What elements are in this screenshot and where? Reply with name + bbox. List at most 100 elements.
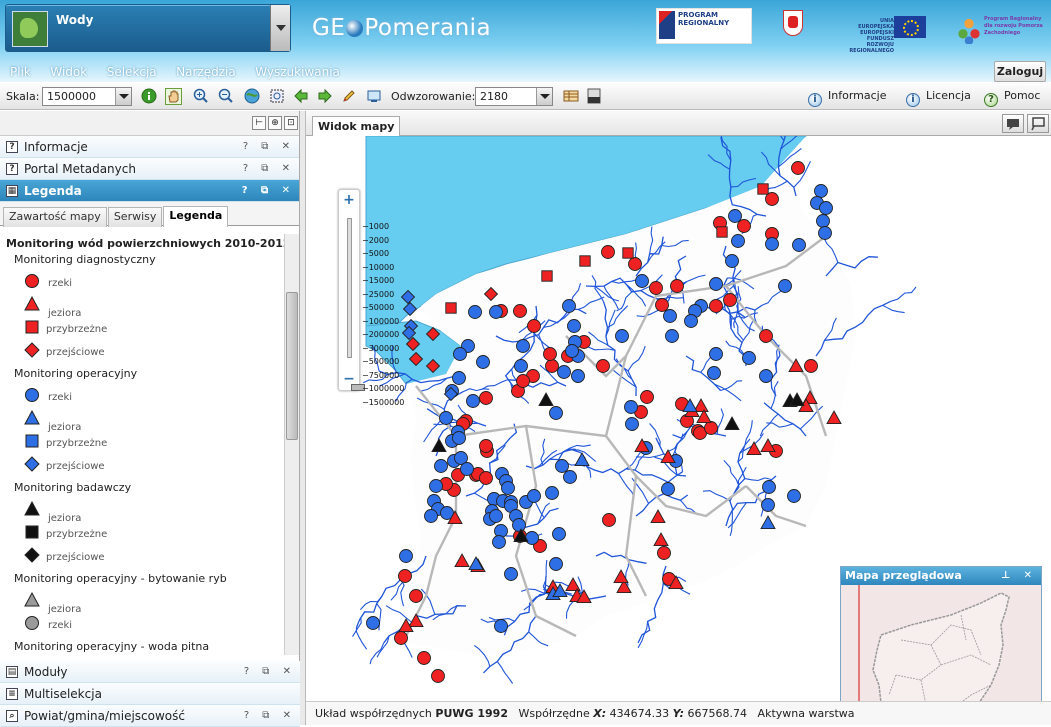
- monitoring-point-marker[interactable]: [466, 394, 480, 408]
- monitoring-point-marker[interactable]: [479, 439, 493, 453]
- monitoring-point-marker[interactable]: [552, 527, 566, 541]
- tab-widok-mapy[interactable]: Widok mapy: [312, 116, 401, 136]
- overview-controls[interactable]: ⊥ ✕: [1001, 567, 1037, 585]
- scale-level-label[interactable]: −1000000: [362, 382, 404, 396]
- monitoring-point-marker[interactable]: [460, 462, 474, 476]
- monitoring-point-marker[interactable]: [624, 400, 638, 414]
- panel-controls[interactable]: ? ⧉ ✕: [242, 180, 295, 202]
- scale-level-label[interactable]: −300000: [362, 342, 404, 356]
- monitoring-point-marker[interactable]: [452, 431, 466, 445]
- monitoring-point-marker[interactable]: [479, 471, 493, 485]
- monitoring-point-marker[interactable]: [429, 479, 443, 493]
- monitoring-point-marker[interactable]: [819, 201, 833, 215]
- tab-zawartosc-mapy[interactable]: Zawartość mapy: [3, 207, 107, 227]
- scale-level-label[interactable]: −2000: [362, 234, 404, 248]
- monitoring-point-marker[interactable]: [563, 470, 577, 484]
- monitoring-point-marker[interactable]: [709, 347, 723, 361]
- monitoring-point-marker[interactable]: [366, 616, 380, 630]
- map-canvas[interactable]: + − −1000 −2000 −5000 −10000 −15000 −25000 −50…: [306, 136, 1051, 701]
- license-link[interactable]: i Licencja: [906, 89, 971, 107]
- tab-serwisy[interactable]: Serwisy: [107, 207, 163, 227]
- chevron-down-icon[interactable]: [536, 88, 552, 105]
- monitoring-point-marker[interactable]: [445, 302, 457, 314]
- monitoring-point-marker[interactable]: [601, 245, 615, 259]
- monitoring-point-marker[interactable]: [622, 247, 634, 259]
- monitoring-point-marker[interactable]: [731, 234, 745, 248]
- monitoring-point-marker[interactable]: [709, 299, 723, 313]
- panel-controls[interactable]: ? ⧉ ✕: [243, 136, 295, 158]
- table-icon[interactable]: [562, 88, 579, 105]
- monitoring-point-marker[interactable]: [602, 513, 616, 527]
- monitoring-point-marker[interactable]: [661, 482, 675, 496]
- monitoring-point-marker[interactable]: [628, 257, 642, 271]
- menu-wyszukiwania[interactable]: Wyszukiwania: [255, 60, 340, 84]
- monitoring-point-marker[interactable]: [513, 304, 527, 318]
- monitoring-point-marker[interactable]: [565, 344, 579, 358]
- monitoring-point-marker[interactable]: [514, 359, 528, 373]
- monitoring-point-marker[interactable]: [649, 281, 663, 295]
- monitoring-point-marker[interactable]: [742, 351, 756, 365]
- back-arrow-icon[interactable]: [292, 88, 309, 105]
- login-button[interactable]: Zaloguj: [994, 61, 1046, 82]
- monitoring-point-marker[interactable]: [557, 365, 571, 379]
- monitoring-point-marker[interactable]: [562, 299, 576, 313]
- scale-level-label[interactable]: −1500000: [362, 396, 404, 410]
- monitoring-point-marker[interactable]: [804, 359, 818, 373]
- monitoring-point-marker[interactable]: [512, 518, 526, 532]
- zoom-in-icon[interactable]: [192, 88, 209, 105]
- monitoring-point-marker[interactable]: [527, 319, 541, 333]
- draw-pencil-icon[interactable]: [340, 88, 357, 105]
- panel-controls[interactable]: ? ⧉ ✕: [244, 661, 296, 683]
- monitoring-point-marker[interactable]: [489, 305, 503, 319]
- monitoring-point-marker[interactable]: [709, 277, 723, 291]
- monitoring-point-marker[interactable]: [494, 619, 508, 633]
- gml-export-icon[interactable]: [585, 88, 602, 105]
- monitoring-point-marker[interactable]: [431, 669, 445, 683]
- expand-icon[interactable]: ⊕: [268, 116, 282, 130]
- collapse-left-icon[interactable]: ⊢: [252, 116, 266, 130]
- monitoring-point-marker[interactable]: [791, 161, 805, 175]
- zoom-minus-icon[interactable]: −: [342, 372, 356, 386]
- menu-selekcja[interactable]: Selekcja: [107, 60, 157, 84]
- monitoring-point-marker[interactable]: [655, 298, 669, 312]
- monitoring-point-marker[interactable]: [723, 293, 737, 307]
- monitoring-point-marker[interactable]: [545, 486, 559, 500]
- full-extent-icon[interactable]: [243, 88, 260, 105]
- legend-scrollbar[interactable]: [284, 234, 299, 655]
- monitoring-point-marker[interactable]: [501, 481, 515, 495]
- tooltip-icon[interactable]: [1027, 114, 1049, 133]
- monitoring-point-marker[interactable]: [757, 183, 769, 195]
- section-portal-metadanych[interactable]: ? Portal Metadanych ? ⧉ ✕: [0, 158, 299, 180]
- monitoring-point-marker[interactable]: [424, 509, 438, 523]
- monitoring-point-marker[interactable]: [555, 459, 569, 473]
- monitoring-point-marker[interactable]: [579, 255, 591, 267]
- monitoring-point-marker[interactable]: [492, 535, 506, 549]
- monitoring-point-marker[interactable]: [778, 279, 792, 293]
- monitoring-point-marker[interactable]: [479, 391, 493, 405]
- monitoring-point-marker[interactable]: [394, 631, 408, 645]
- panel-controls[interactable]: ? ⧉ ✕: [244, 705, 296, 727]
- monitoring-point-marker[interactable]: [549, 557, 563, 571]
- comment-icon[interactable]: [1002, 114, 1024, 133]
- scale-level-label[interactable]: −50000: [362, 301, 404, 315]
- zoom-slider[interactable]: [347, 218, 365, 391]
- monitoring-point-marker[interactable]: [625, 417, 639, 431]
- monitoring-point-marker[interactable]: [737, 219, 751, 233]
- monitoring-point-marker[interactable]: [814, 184, 828, 198]
- monitoring-point-marker[interactable]: [476, 355, 490, 369]
- help-link[interactable]: ? Pomoc: [984, 89, 1040, 107]
- monitoring-point-marker[interactable]: [527, 489, 541, 503]
- monitoring-point-marker[interactable]: [525, 531, 539, 545]
- panel-controls[interactable]: ? ⧉ ✕: [243, 158, 295, 180]
- monitoring-point-marker[interactable]: [615, 329, 629, 343]
- monitoring-point-marker[interactable]: [417, 651, 431, 665]
- scale-level-label[interactable]: −10000: [362, 261, 404, 275]
- monitoring-point-marker[interactable]: [504, 567, 518, 581]
- monitoring-point-marker[interactable]: [516, 339, 530, 353]
- monitoring-point-marker[interactable]: [571, 369, 585, 383]
- monitoring-point-marker[interactable]: [759, 369, 773, 383]
- monitoring-point-marker[interactable]: [670, 279, 684, 293]
- scrollbar-thumb[interactable]: [286, 292, 298, 440]
- screen-icon[interactable]: [365, 88, 382, 105]
- info-link[interactable]: i Informacje: [808, 89, 886, 107]
